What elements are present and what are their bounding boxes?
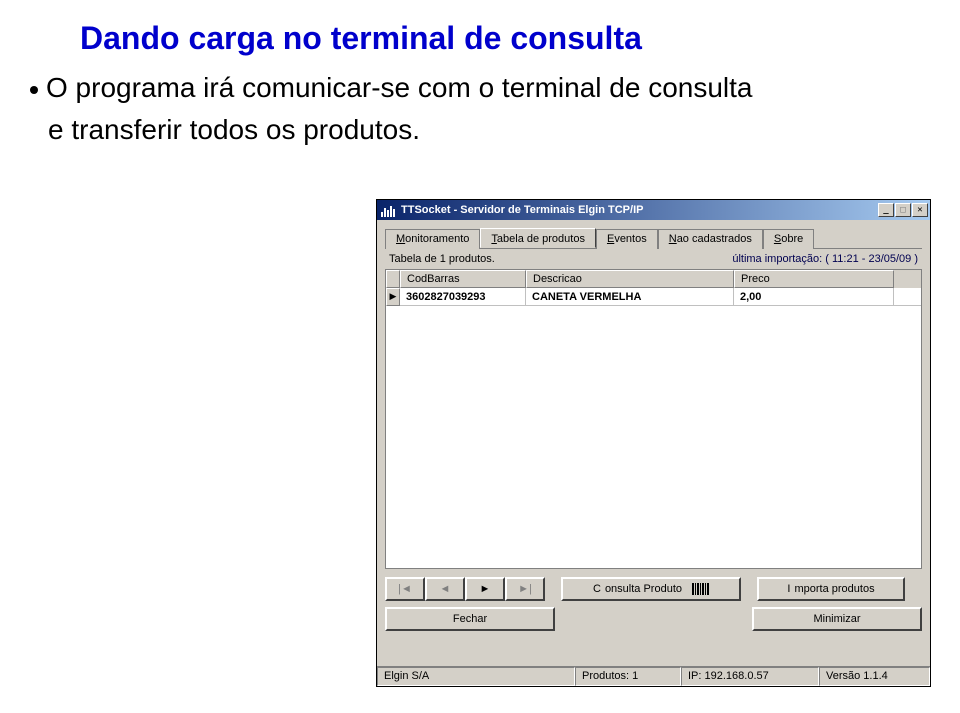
cell-codbarras: 3602827039293 [400, 288, 526, 306]
cell-preco: 2,00 [734, 288, 894, 306]
col-header-codbarras[interactable]: CodBarras [400, 270, 526, 288]
row-marker-icon: ▶ [386, 288, 400, 306]
minimizar-button[interactable]: Minimizar [752, 607, 922, 631]
tab-eventos[interactable]: Eventos [596, 229, 658, 249]
table-count-label: Tabela de 1 produtos. [389, 253, 495, 265]
nav-last-button[interactable]: ►| [505, 577, 545, 601]
table-header: CodBarras Descricao Preco [386, 270, 921, 288]
col-header-preco[interactable]: Preco [734, 270, 894, 288]
tab-sobre[interactable]: Sobre [763, 229, 814, 249]
minimizar-label: inimizar [823, 613, 861, 625]
statusbar: Elgin S/A Produtos: 1 IP: 192.168.0.57 V… [377, 666, 930, 686]
tab-monitoramento[interactable]: Monitoramento [385, 229, 480, 249]
products-table: CodBarras Descricao Preco ▶ 360282703929… [385, 269, 922, 569]
status-ip: IP: 192.168.0.57 [681, 667, 819, 686]
tab-content: Tabela de 1 produtos. última importação:… [385, 253, 922, 569]
tab-nao-cadastrados[interactable]: Nao cadastrados [658, 229, 763, 249]
status-company: Elgin S/A [377, 667, 575, 686]
nav-next-button[interactable]: ► [465, 577, 505, 601]
bullet-text-line2: e transferir todos os produtos. [0, 109, 960, 151]
bullet-text-1: O programa irá comunicar-se com o termin… [46, 72, 753, 103]
row-marker-header[interactable] [386, 270, 400, 288]
table-row[interactable]: ▶ 3602827039293 CANETA VERMELHA 2,00 [386, 288, 921, 306]
tab-label: abela de produtos [497, 233, 585, 245]
bullet-dot-icon [30, 86, 38, 94]
consulta-label: onsulta Produto [605, 583, 682, 595]
status-version: Versão 1.1.4 [819, 667, 930, 686]
importa-produtos-button[interactable]: Importa produtos [757, 577, 905, 601]
importa-label: mporta produtos [794, 583, 874, 595]
bottom-buttons: Fechar Minimizar [385, 607, 922, 631]
fechar-button[interactable]: Fechar [385, 607, 555, 631]
minimize-window-button[interactable]: _ [878, 203, 894, 217]
cell-descricao: CANETA VERMELHA [526, 288, 734, 306]
tab-label: onitoramento [405, 233, 469, 245]
col-header-descricao[interactable]: Descricao [526, 270, 734, 288]
last-import-label: última importação: ( 11:21 - 23/05/09 ) [732, 253, 918, 265]
status-products: Produtos: 1 [575, 667, 681, 686]
app-icon [381, 203, 397, 217]
navigator-toolbar: |◄ ◄ ► ►| Consulta Produto Importa produ… [385, 577, 922, 601]
tabs: Monitoramento Tabela de produtos Eventos… [385, 228, 922, 249]
tab-label: ventos [614, 233, 646, 245]
barcode-icon [692, 583, 709, 595]
nav-first-button[interactable]: |◄ [385, 577, 425, 601]
nav-prev-button[interactable]: ◄ [425, 577, 465, 601]
bullet-text-line1: O programa irá comunicar-se com o termin… [0, 67, 960, 109]
consulta-produto-button[interactable]: Consulta Produto [561, 577, 741, 601]
tab-label: ao cadastrados [677, 233, 752, 245]
tab-tabela-produtos[interactable]: Tabela de produtos [480, 228, 596, 248]
page-title: Dando carga no terminal de consulta [0, 0, 960, 67]
fechar-label: echar [460, 613, 488, 625]
close-window-button[interactable]: ✕ [912, 203, 928, 217]
app-window: TTSocket - Servidor de Terminais Elgin T… [376, 199, 931, 687]
tab-label: obre [781, 233, 803, 245]
bullet-text-2: e transferir todos os produtos. [48, 114, 420, 145]
window-title: TTSocket - Servidor de Terminais Elgin T… [401, 204, 643, 216]
maximize-window-button: □ [895, 203, 911, 217]
titlebar[interactable]: TTSocket - Servidor de Terminais Elgin T… [377, 200, 930, 220]
